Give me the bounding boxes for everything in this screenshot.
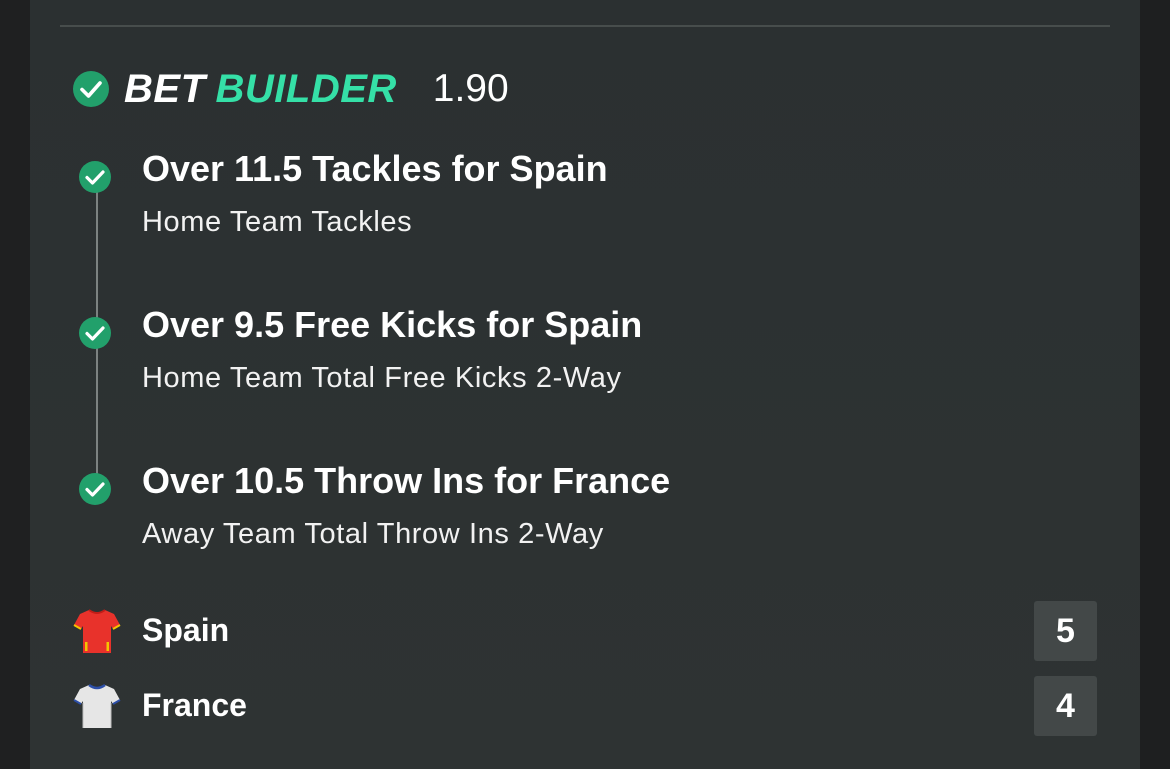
leg-subtitle: Away Team Total Throw Ins 2-Way bbox=[142, 518, 604, 550]
check-circle-icon bbox=[79, 317, 111, 349]
team-score: 5 bbox=[1034, 601, 1097, 661]
right-edge bbox=[1140, 0, 1170, 769]
team-name: France bbox=[142, 687, 247, 723]
team-row-spain: Spain 5 bbox=[72, 601, 1097, 661]
red-shirt-icon bbox=[73, 609, 121, 653]
check-circle-icon bbox=[73, 71, 109, 107]
bet-builder-card: BET BUILDER 1.90 Over 11.5 Tackles for S… bbox=[30, 0, 1140, 769]
leg-title: Over 11.5 Tackles for Spain bbox=[142, 148, 608, 189]
white-shirt-icon bbox=[73, 683, 121, 728]
leg-title: Over 10.5 Throw Ins for France bbox=[142, 460, 671, 501]
team-name: Spain bbox=[142, 612, 230, 648]
bet-builder-header: BET BUILDER 1.90 bbox=[72, 64, 509, 114]
check-circle-icon bbox=[79, 473, 111, 505]
bet-builder-title-builder: BUILDER bbox=[215, 66, 397, 111]
leg-subtitle: Home Team Tackles bbox=[142, 206, 413, 238]
leg-title: Over 9.5 Free Kicks for Spain bbox=[142, 304, 643, 345]
team-row-france: France 4 bbox=[72, 676, 1097, 736]
divider bbox=[60, 25, 1110, 27]
leg-subtitle: Home Team Total Free Kicks 2-Way bbox=[142, 362, 622, 394]
bet-builder-title-bet: BET bbox=[124, 66, 206, 111]
check-circle-icon bbox=[79, 161, 111, 193]
team-score: 4 bbox=[1034, 676, 1097, 736]
bet-odds: 1.90 bbox=[432, 67, 509, 110]
